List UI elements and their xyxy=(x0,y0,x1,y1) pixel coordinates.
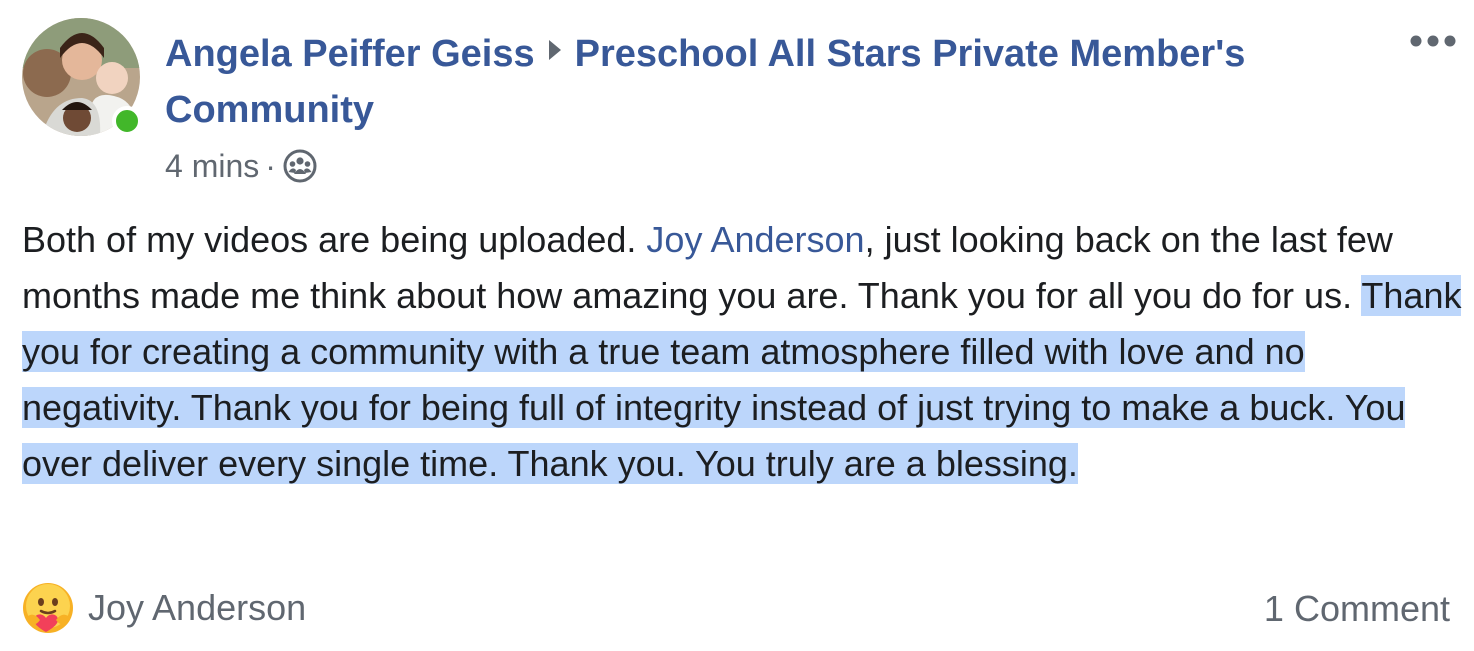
author-link[interactable]: Angela Peiffer Geiss xyxy=(165,33,535,75)
post-body: Both of my videos are being uploaded. Jo… xyxy=(22,212,1462,492)
more-options-icon[interactable] xyxy=(1408,33,1458,49)
timestamp[interactable]: 4 mins xyxy=(165,148,259,184)
care-reaction-icon xyxy=(22,582,74,634)
post-card: Angela Peiffer Geiss Preschool All Stars … xyxy=(0,0,1474,651)
meta-separator: · xyxy=(265,148,276,184)
reactions-summary[interactable]: Joy Anderson xyxy=(22,582,306,634)
post-header: Angela Peiffer Geiss Preschool All Stars … xyxy=(165,26,1365,184)
body-text-part1: Both of my videos are being uploaded. xyxy=(22,219,647,260)
online-status-indicator xyxy=(112,106,142,136)
arrow-right-icon xyxy=(548,40,561,60)
post-footer: Joy Anderson 1 Comment xyxy=(22,578,1450,638)
post-meta: 4 mins · xyxy=(165,148,1365,184)
group-icon[interactable] xyxy=(282,148,318,184)
post-title: Angela Peiffer Geiss Preschool All Stars … xyxy=(165,26,1365,138)
comments-count[interactable]: 1 Comment xyxy=(1264,588,1450,630)
reactor-names[interactable]: Joy Anderson xyxy=(88,587,306,629)
mention-link[interactable]: Joy Anderson xyxy=(646,219,864,260)
